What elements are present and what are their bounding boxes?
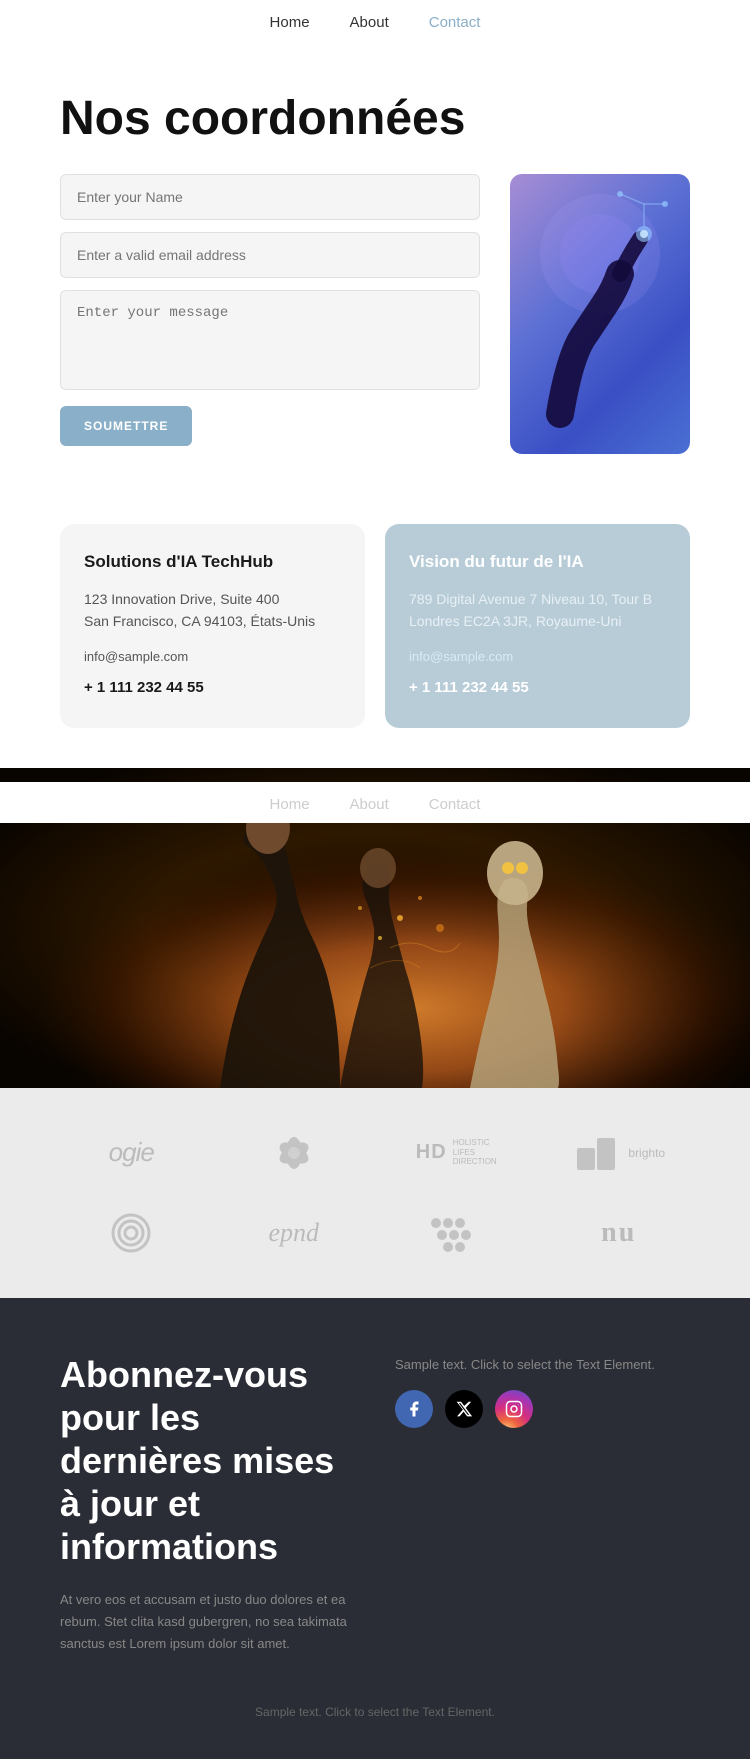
card-1: Solutions d'IA TechHub 123 Innovation Dr… xyxy=(60,524,365,728)
card-2-address: 789 Digital Avenue 7 Niveau 10, Tour B L… xyxy=(409,588,666,633)
nav-home[interactable]: Home xyxy=(270,14,310,31)
hero-nav: Home About Contact xyxy=(0,782,750,823)
social-icons xyxy=(395,1390,690,1428)
nav-about[interactable]: About xyxy=(350,14,389,31)
footer-right: Sample text. Click to select the Text El… xyxy=(395,1353,690,1655)
logo-dots xyxy=(426,1213,486,1253)
footer-left: Abonnez-vous pour les dernières mises à … xyxy=(60,1353,355,1655)
robot-hand-illustration xyxy=(510,174,690,454)
logo-ogie: ogie xyxy=(109,1137,154,1168)
hero-nav-about[interactable]: About xyxy=(350,796,389,813)
logo-hd: HD HOLISTICLIFESDIRECTION xyxy=(416,1138,497,1167)
name-input[interactable] xyxy=(60,174,480,220)
email-input[interactable] xyxy=(60,232,480,278)
card-1-phone: + 1 111 232 44 55 xyxy=(84,676,341,700)
logo-brighto: brighto xyxy=(572,1128,665,1178)
hero-image-section: Home About Contact xyxy=(0,768,750,1088)
instagram-icon[interactable] xyxy=(495,1390,533,1428)
logo-epnd: epnd xyxy=(268,1218,319,1248)
contact-hero-image xyxy=(510,174,690,454)
logo-nu: nu xyxy=(601,1217,636,1249)
card-2-phone: + 1 111 232 44 55 xyxy=(409,676,666,700)
contact-form: SOUMETTRE xyxy=(60,174,480,454)
footer-desc: At vero eos et accusam et justo duo dolo… xyxy=(60,1589,355,1655)
hero-nav-home[interactable]: Home xyxy=(270,796,310,813)
nav-contact[interactable]: Contact xyxy=(429,14,481,31)
message-input[interactable] xyxy=(60,290,480,390)
card-2: Vision du futur de l'IA 789 Digital Aven… xyxy=(385,524,690,728)
card-1-email: info@sample.com xyxy=(84,647,341,668)
submit-button[interactable]: SOUMETTRE xyxy=(60,406,192,446)
facebook-icon[interactable] xyxy=(395,1390,433,1428)
footer-sample-text: Sample text. Click to select the Text El… xyxy=(395,1357,690,1372)
card-1-title: Solutions d'IA TechHub xyxy=(84,552,341,572)
footer-top: Abonnez-vous pour les dernières mises à … xyxy=(60,1353,690,1655)
contact-title: Nos coordonnées xyxy=(60,91,560,146)
footer-bottom-text: Sample text. Click to select the Text El… xyxy=(60,1705,690,1719)
logo-flower xyxy=(269,1128,319,1178)
address-cards: Solutions d'IA TechHub 123 Innovation Dr… xyxy=(0,504,750,768)
hero-nav-contact[interactable]: Contact xyxy=(429,796,481,813)
footer-title: Abonnez-vous pour les dernières mises à … xyxy=(60,1353,355,1569)
top-nav: Home About Contact xyxy=(0,0,750,41)
card-2-title: Vision du futur de l'IA xyxy=(409,552,666,572)
card-2-email: info@sample.com xyxy=(409,647,666,668)
logo-rings xyxy=(106,1208,156,1258)
logos-section: ogie HD HOLISTICLIFESDIRECTION brighto xyxy=(0,1088,750,1298)
contact-section: Nos coordonnées SOUMETTRE xyxy=(0,41,750,504)
card-1-address: 123 Innovation Drive, Suite 400 San Fran… xyxy=(84,588,341,633)
twitter-x-icon[interactable] xyxy=(445,1390,483,1428)
footer-section: Abonnez-vous pour les dernières mises à … xyxy=(0,1298,750,1759)
contact-layout: SOUMETTRE xyxy=(60,174,690,454)
